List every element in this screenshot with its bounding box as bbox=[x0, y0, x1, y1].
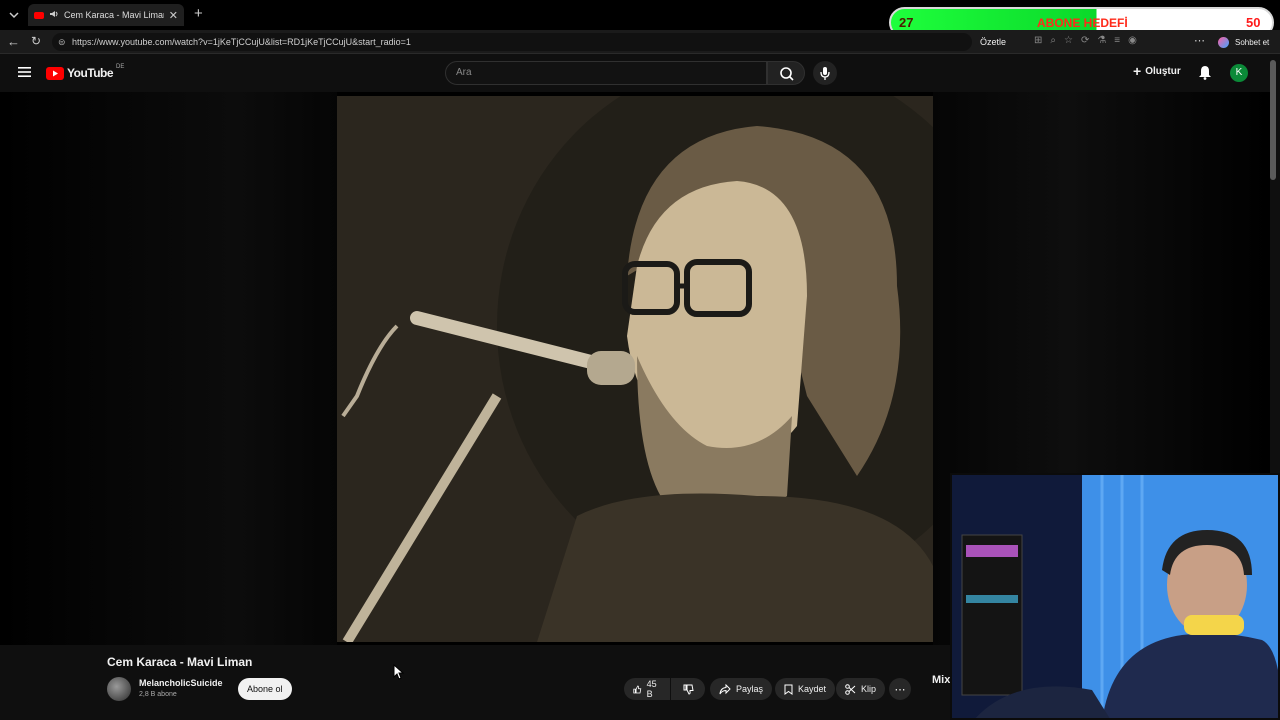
share-icon bbox=[719, 683, 731, 694]
thumbs-down-icon bbox=[683, 684, 694, 695]
webcam-image bbox=[952, 475, 1278, 718]
youtube-header: YouTube DE Ara + Oluştur K bbox=[0, 54, 1280, 92]
like-button[interactable]: 45 B bbox=[624, 678, 670, 700]
account-avatar[interactable]: K bbox=[1230, 64, 1248, 82]
toolbar-extension-icons[interactable]: ⊞⌕☆⟳⚗≡◉ bbox=[1034, 35, 1145, 46]
subscriber-count: 2,8 B abone bbox=[139, 691, 177, 698]
goal-target-count: 50 bbox=[1246, 15, 1261, 30]
clip-button[interactable]: Klip bbox=[836, 678, 886, 700]
thumbs-up-icon bbox=[633, 685, 642, 693]
reload-icon[interactable]: ↻ bbox=[31, 34, 41, 48]
video-frame-image bbox=[337, 96, 933, 642]
site-info-icon[interactable]: ⊜ bbox=[58, 33, 66, 51]
share-label: Paylaş bbox=[736, 684, 764, 694]
more-dots-icon: ⋯ bbox=[894, 683, 906, 696]
youtube-logo[interactable]: YouTube DE bbox=[46, 64, 125, 80]
channel-avatar[interactable] bbox=[107, 677, 131, 701]
more-menu-icon[interactable]: ⋯ bbox=[1194, 34, 1205, 47]
tab-title: Cem Karaca - Mavi Liman - Yo bbox=[64, 10, 164, 20]
sohbet-button[interactable]: Sohbet et bbox=[1235, 38, 1269, 47]
back-icon[interactable]: ← bbox=[7, 34, 20, 49]
save-button[interactable]: Kaydet bbox=[775, 678, 836, 700]
mix-panel-label[interactable]: Mix bbox=[932, 674, 950, 686]
channel-name[interactable]: MelancholicSuicide bbox=[139, 678, 223, 688]
browser-tab-active[interactable]: Cem Karaca - Mavi Liman - Yo ✕ bbox=[28, 4, 184, 26]
youtube-logo-text: YouTube bbox=[67, 66, 114, 80]
ozetle-button[interactable]: Özetle bbox=[980, 37, 1006, 47]
notifications-bell-icon[interactable] bbox=[1198, 65, 1212, 85]
subscribe-button[interactable]: Abone ol bbox=[238, 678, 292, 700]
like-count: 45 B bbox=[646, 679, 657, 699]
bookmark-icon bbox=[784, 684, 793, 695]
more-actions-button[interactable]: ⋯ bbox=[889, 678, 911, 700]
webcam-overlay bbox=[950, 473, 1280, 720]
create-button[interactable]: + Oluştur bbox=[1133, 63, 1181, 79]
speaker-icon[interactable] bbox=[49, 9, 59, 21]
copilot-icon[interactable] bbox=[1218, 37, 1229, 48]
region-code: DE bbox=[116, 64, 125, 70]
browser-tab-bar: Cem Karaca - Mavi Liman - Yo ✕ + 27 ABON… bbox=[0, 0, 1280, 38]
scissors-icon bbox=[845, 683, 856, 695]
goal-current-count: 27 bbox=[899, 15, 914, 30]
clip-label: Klip bbox=[861, 684, 877, 694]
save-label: Kaydet bbox=[798, 684, 827, 694]
mouse-cursor-icon bbox=[393, 663, 405, 685]
dislike-button[interactable] bbox=[671, 678, 705, 700]
new-tab-icon[interactable]: + bbox=[194, 5, 203, 22]
url-text: https://www.youtube.com/watch?v=1jKeTjCC… bbox=[72, 37, 411, 47]
search-input[interactable]: Ara bbox=[445, 61, 767, 85]
search-button[interactable] bbox=[767, 61, 805, 85]
close-tab-icon[interactable]: ✕ bbox=[169, 9, 178, 22]
goal-label: ABONE HEDEFİ bbox=[1037, 16, 1128, 30]
url-field[interactable]: ⊜ https://www.youtube.com/watch?v=1jKeTj… bbox=[52, 33, 972, 51]
page-scrollbar[interactable] bbox=[1270, 60, 1276, 180]
video-title: Cem Karaca - Mavi Liman bbox=[107, 655, 253, 669]
youtube-play-icon bbox=[46, 66, 64, 80]
plus-icon: + bbox=[1133, 63, 1142, 79]
ambient-left bbox=[0, 92, 337, 645]
voice-search-mic-icon[interactable] bbox=[813, 61, 837, 85]
browser-address-bar: ← ↻ ⊜ https://www.youtube.com/watch?v=1j… bbox=[0, 30, 1280, 54]
hamburger-menu-icon[interactable] bbox=[18, 65, 31, 83]
create-label: Oluştur bbox=[1145, 65, 1181, 77]
tab-list-chevron-icon[interactable] bbox=[8, 8, 20, 20]
video-frame[interactable] bbox=[337, 96, 933, 642]
share-button[interactable]: Paylaş bbox=[710, 678, 773, 700]
youtube-favicon-icon bbox=[34, 11, 44, 19]
